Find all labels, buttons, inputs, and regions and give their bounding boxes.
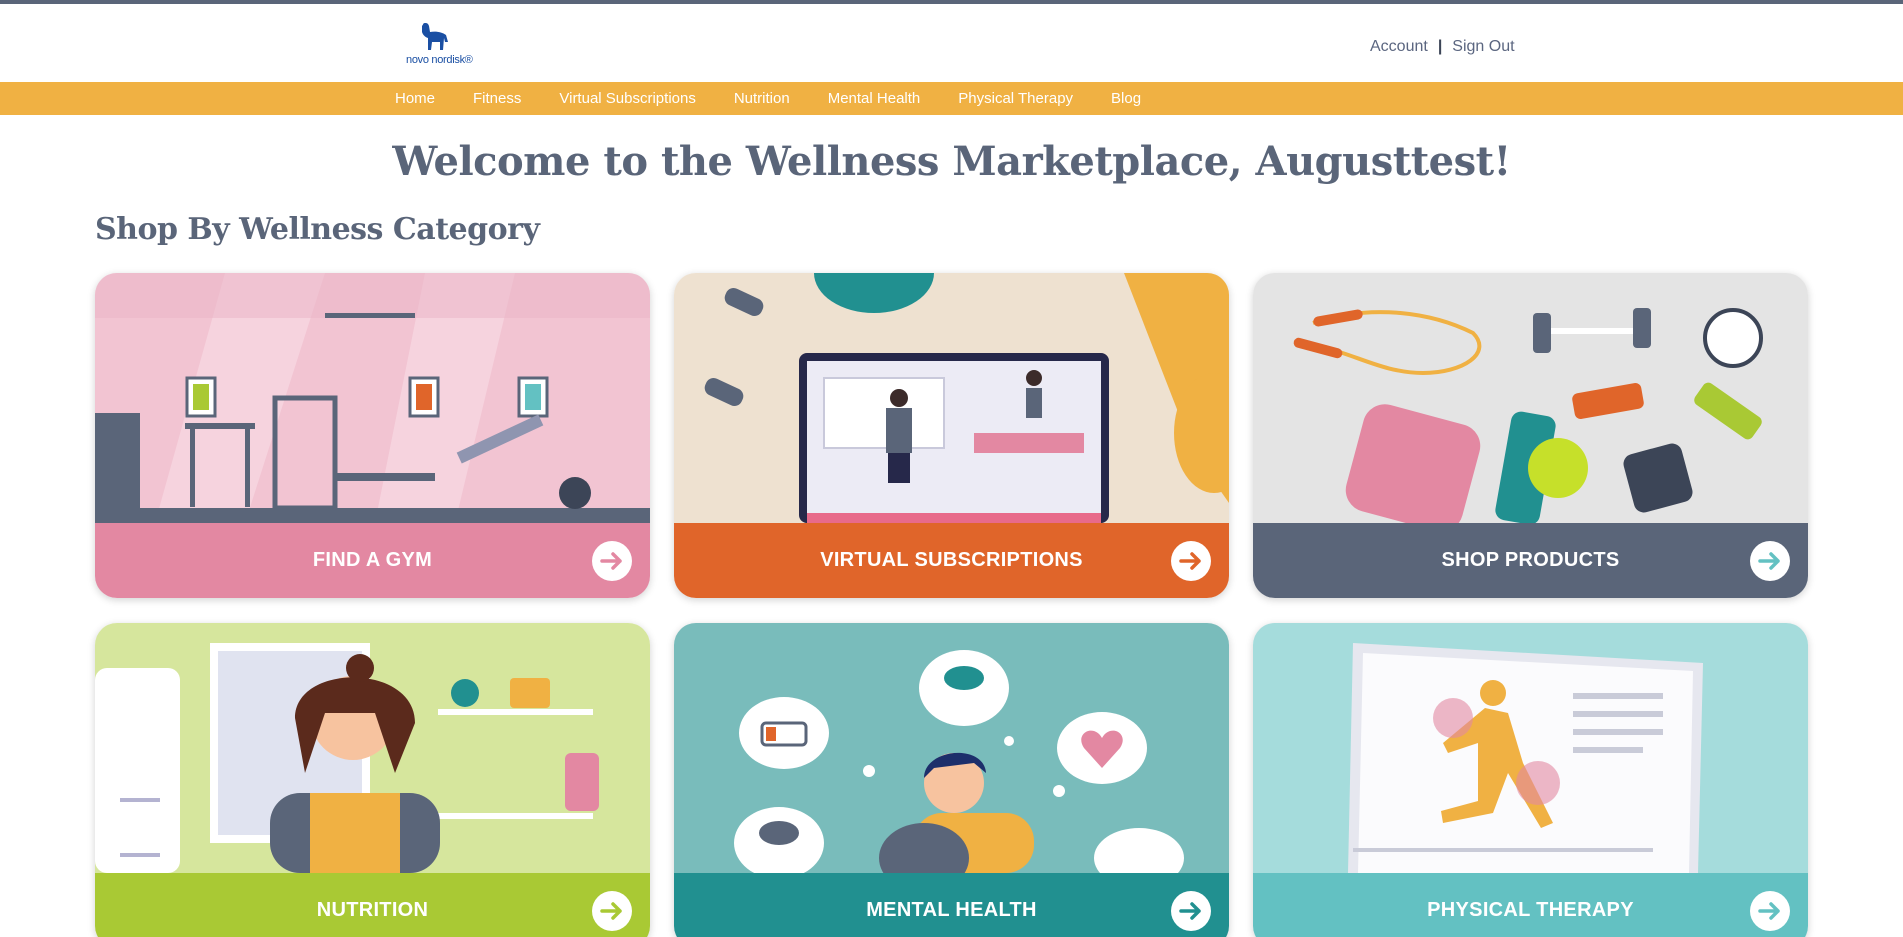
nav-item-physical-therapy[interactable]: Physical Therapy: [958, 90, 1073, 107]
account-separator: |: [1437, 38, 1443, 55]
welcome-heading: Welcome to the Wellness Marketplace, Aug…: [392, 138, 1511, 185]
mental-health-illustration: [674, 623, 1229, 873]
category-label: PHYSICAL THERAPY: [1427, 899, 1634, 921]
apis-bull-icon: [422, 23, 448, 50]
section-title: Shop By Wellness Category: [95, 212, 540, 247]
category-card-virtual-subscriptions[interactable]: VIRTUAL SUBSCRIPTIONS: [674, 273, 1229, 598]
site-header: novo nordisk® Account | Sign Out: [0, 4, 1903, 82]
category-card-mental-health[interactable]: MENTAL HEALTH: [674, 623, 1229, 937]
arrow-right-icon[interactable]: [1750, 541, 1790, 581]
arrow-right-icon[interactable]: [592, 541, 632, 581]
cooking-illustration: [95, 623, 650, 873]
category-label: SHOP PRODUCTS: [1441, 549, 1620, 571]
nav-item-blog[interactable]: Blog: [1111, 90, 1141, 107]
category-label: NUTRITION: [316, 899, 429, 921]
runner-anatomy-illustration: [1253, 623, 1808, 873]
gym-illustration: [95, 273, 650, 523]
nav-item-virtual-subscriptions[interactable]: Virtual Subscriptions: [559, 90, 695, 107]
arrow-right-icon[interactable]: [1171, 541, 1211, 581]
nav-item-home[interactable]: Home: [395, 90, 435, 107]
category-bar: PHYSICAL THERAPY: [1253, 873, 1808, 937]
category-bar: VIRTUAL SUBSCRIPTIONS: [674, 523, 1229, 598]
account-links: Account | Sign Out: [1370, 38, 1515, 56]
nav-item-nutrition[interactable]: Nutrition: [734, 90, 790, 107]
arrow-right-icon[interactable]: [592, 891, 632, 931]
category-bar: FIND A GYM: [95, 523, 650, 598]
category-label: MENTAL HEALTH: [866, 899, 1037, 921]
arrow-right-icon[interactable]: [1171, 891, 1211, 931]
category-card-nutrition[interactable]: NUTRITION: [95, 623, 650, 937]
account-link[interactable]: Account: [1370, 38, 1428, 56]
sign-out-link[interactable]: Sign Out: [1452, 38, 1514, 56]
nav-item-mental-health[interactable]: Mental Health: [828, 90, 921, 107]
category-bar: MENTAL HEALTH: [674, 873, 1229, 937]
brand-logo[interactable]: novo nordisk®: [400, 18, 473, 72]
category-label: VIRTUAL SUBSCRIPTIONS: [820, 549, 1083, 571]
category-card-find-a-gym[interactable]: FIND A GYM: [95, 273, 650, 598]
category-bar: NUTRITION: [95, 873, 650, 937]
laptop-workout-illustration: [674, 273, 1229, 523]
fitness-products-illustration: [1253, 273, 1808, 523]
logo-text: novo nordisk®: [406, 54, 473, 66]
category-card-shop-products[interactable]: SHOP PRODUCTS: [1253, 273, 1808, 598]
main-nav: Home Fitness Virtual Subscriptions Nutri…: [0, 82, 1903, 115]
nav-item-fitness[interactable]: Fitness: [473, 90, 521, 107]
category-label: FIND A GYM: [312, 549, 433, 571]
category-bar: SHOP PRODUCTS: [1253, 523, 1808, 598]
category-card-physical-therapy[interactable]: PHYSICAL THERAPY: [1253, 623, 1808, 937]
arrow-right-icon[interactable]: [1750, 891, 1790, 931]
